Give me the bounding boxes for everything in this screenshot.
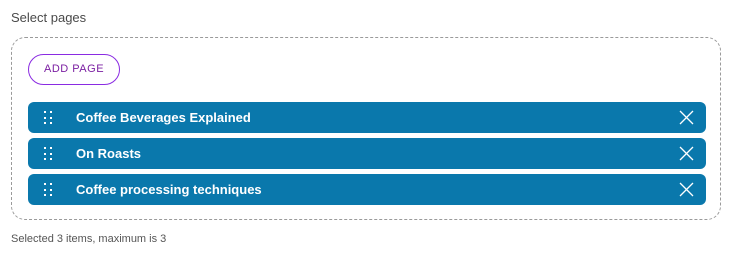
close-icon[interactable] <box>679 146 694 161</box>
drag-handle-icon[interactable] <box>44 183 52 196</box>
close-icon[interactable] <box>679 110 694 125</box>
selected-pages-dropzone: ADD PAGE Coffee Beverages Explained On R… <box>11 37 721 220</box>
selected-item-label: Coffee Beverages Explained <box>76 110 251 125</box>
drag-handle-icon[interactable] <box>44 147 52 160</box>
selected-item: Coffee processing techniques <box>28 174 706 205</box>
selection-count-note: Selected 3 items, maximum is 3 <box>11 233 167 245</box>
drag-handle-icon[interactable] <box>44 111 52 124</box>
selected-item: On Roasts <box>28 138 706 169</box>
close-icon[interactable] <box>679 182 694 197</box>
add-page-button[interactable]: ADD PAGE <box>28 54 121 85</box>
selected-item-label: Coffee processing techniques <box>76 182 262 197</box>
selected-item-label: On Roasts <box>76 146 142 161</box>
selected-item: Coffee Beverages Explained <box>28 102 706 133</box>
selected-items-list: Coffee Beverages Explained On Roasts Cof… <box>28 102 706 210</box>
field-label: Select pages <box>11 10 87 25</box>
